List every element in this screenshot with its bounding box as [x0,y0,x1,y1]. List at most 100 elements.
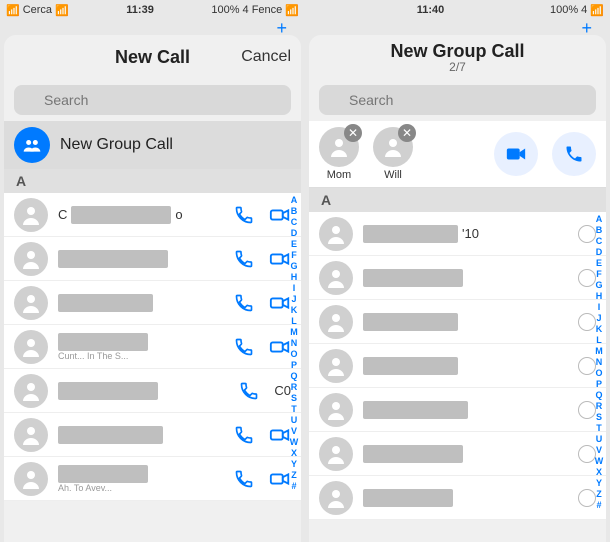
index-letter[interactable]: U [596,434,603,444]
index-letter[interactable]: J [291,294,296,304]
index-letter[interactable]: L [596,335,602,345]
phone-icon[interactable] [233,424,255,446]
index-letter[interactable]: B [291,206,298,216]
search-input[interactable] [319,85,596,115]
index-letter[interactable]: D [291,228,298,238]
remove-chip-button[interactable]: ✕ [398,124,416,142]
section-header: A [4,169,301,193]
phone-icon[interactable] [233,292,255,314]
contact-row[interactable]: Co [4,193,301,237]
index-letter[interactable]: W [595,456,604,466]
contact-content [363,269,568,287]
alpha-index[interactable]: ABCDEFGHIJKLMNOPQRSTUVWXYZ# [592,212,606,542]
index-letter[interactable]: E [291,239,297,249]
index-letter[interactable]: V [291,426,297,436]
alpha-index[interactable]: ABCDEFGHIJKLMNOPQRSTUVWXYZ# [287,193,301,542]
index-letter[interactable]: G [595,280,602,290]
phone-icon[interactable] [233,336,255,358]
index-letter[interactable]: F [596,269,602,279]
index-letter[interactable]: K [596,324,603,334]
index-letter[interactable]: I [293,283,296,293]
index-letter[interactable]: D [596,247,603,257]
index-letter[interactable]: P [291,360,297,370]
index-letter[interactable]: I [598,302,601,312]
index-letter[interactable]: U [291,415,298,425]
index-letter[interactable]: M [290,327,298,337]
index-letter[interactable]: S [291,393,297,403]
index-letter[interactable]: P [596,379,602,389]
index-letter[interactable]: B [596,225,603,235]
index-letter[interactable]: N [596,357,603,367]
avatar [319,349,353,383]
contact-row[interactable] [4,281,301,325]
group-icon [14,127,50,163]
index-letter[interactable]: A [291,195,298,205]
contact-row[interactable]: Ah. To Avev... [4,457,301,501]
video-call-button[interactable] [494,132,538,176]
index-letter[interactable]: # [291,481,296,491]
index-letter[interactable]: N [291,338,298,348]
index-letter[interactable]: K [291,305,298,315]
index-letter[interactable]: H [596,291,603,301]
contact-row[interactable] [309,432,606,476]
name-suffix: o [175,207,182,222]
index-letter[interactable]: G [290,261,297,271]
contact-content [363,489,568,507]
index-letter[interactable]: V [596,445,602,455]
index-letter[interactable]: W [290,437,299,447]
phone-icon[interactable] [233,204,255,226]
index-letter[interactable]: A [596,214,603,224]
index-letter[interactable]: C [291,217,298,227]
index-letter[interactable]: R [291,382,298,392]
index-letter[interactable]: S [596,412,602,422]
index-letter[interactable]: Z [596,489,602,499]
index-letter[interactable]: T [596,423,602,433]
contact-row[interactable] [309,476,606,520]
index-letter[interactable]: F [291,250,297,260]
index-letter[interactable]: # [596,500,601,510]
contact-row[interactable] [309,300,606,344]
row-actions [233,424,291,446]
contact-row[interactable] [4,237,301,281]
index-letter[interactable]: T [291,404,297,414]
contact-row[interactable]: '10 [309,212,606,256]
index-letter[interactable]: J [596,313,601,323]
index-letter[interactable]: M [595,346,603,356]
index-letter[interactable]: Z [291,470,297,480]
phone-icon[interactable] [238,380,260,402]
page-title: New Group Call [390,41,524,62]
remove-chip-button[interactable]: ✕ [344,124,362,142]
phone-icon[interactable] [233,468,255,490]
cancel-button[interactable]: Cancel [241,48,291,66]
contact-row[interactable] [309,344,606,388]
redacted-name [363,489,453,507]
phone-icon[interactable] [233,248,255,270]
status-bar: 📶 Cerca 📶 11:39 100% 4 Fence 📶 [0,0,305,20]
contact-row[interactable]: Cunt... In The S... [4,325,301,369]
index-letter[interactable]: C [596,236,603,246]
index-letter[interactable]: R [596,401,603,411]
row-actions [233,292,291,314]
index-letter[interactable]: E [596,258,602,268]
index-letter[interactable]: O [290,349,297,359]
index-letter[interactable]: X [291,448,297,458]
index-letter[interactable]: X [596,467,602,477]
index-letter[interactable]: O [595,368,602,378]
index-letter[interactable]: Y [596,478,602,488]
new-group-call-row[interactable]: New Group Call [4,121,301,169]
contact-content: Cunt... In The S... [58,333,223,361]
contact-row[interactable] [309,388,606,432]
index-letter[interactable]: L [291,316,297,326]
index-letter[interactable]: H [291,272,298,282]
index-letter[interactable]: Q [290,371,297,381]
contact-row[interactable] [309,256,606,300]
voice-call-button[interactable] [552,132,596,176]
wifi-icon: 📶 [285,4,299,17]
section-header: A [309,188,606,212]
contact-row[interactable] [4,413,301,457]
redacted-name [71,206,171,224]
search-input[interactable] [14,85,291,115]
index-letter[interactable]: Y [291,459,297,469]
contact-row[interactable]: C0 [4,369,301,413]
index-letter[interactable]: Q [595,390,602,400]
